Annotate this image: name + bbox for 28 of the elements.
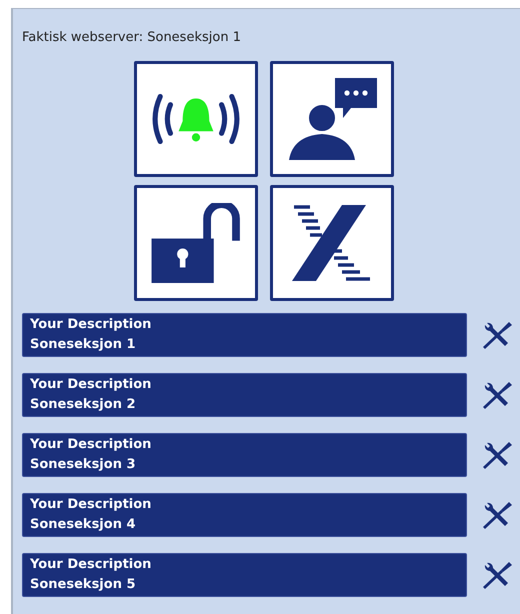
bell-alarm-tile[interactable] [134,61,258,177]
section-bar[interactable]: Your Description Soneseksjon 4 [22,493,467,537]
section-bar[interactable]: Your Description Soneseksjon 3 [22,433,467,477]
section-description: Your Description [30,376,152,394]
person-speech-bubble-tile[interactable] [270,61,394,177]
striped-x-icon [292,205,372,281]
wrench-screwdriver-icon[interactable] [481,321,513,349]
section-name: Soneseksjon 1 [30,336,137,354]
unlocked-padlock-icon [151,203,241,283]
person-speech-bubble-icon [286,78,378,160]
section-description: Your Description [30,316,152,334]
wrench-screwdriver-icon[interactable] [481,381,513,409]
striped-x-tile[interactable] [270,185,394,301]
section-name: Soneseksjon 3 [30,456,137,474]
section-description: Your Description [30,436,152,454]
wrench-screwdriver-icon[interactable] [481,441,513,469]
wrench-screwdriver-icon[interactable] [481,561,513,589]
section-name: Soneseksjon 5 [30,576,137,594]
unlocked-padlock-tile[interactable] [134,185,258,301]
section-name: Soneseksjon 4 [30,516,137,534]
section-name: Soneseksjon 2 [30,396,137,414]
section-description: Your Description [30,496,152,514]
section-description: Your Description [30,556,152,574]
section-bar[interactable]: Your Description Soneseksjon 2 [22,373,467,417]
wrench-screwdriver-icon[interactable] [481,501,513,529]
section-bar[interactable]: Your Description Soneseksjon 5 [22,553,467,597]
page-title: Faktisk webserver: Soneseksjon 1 [22,29,242,47]
section-bar[interactable]: Your Description Soneseksjon 1 [22,313,467,357]
